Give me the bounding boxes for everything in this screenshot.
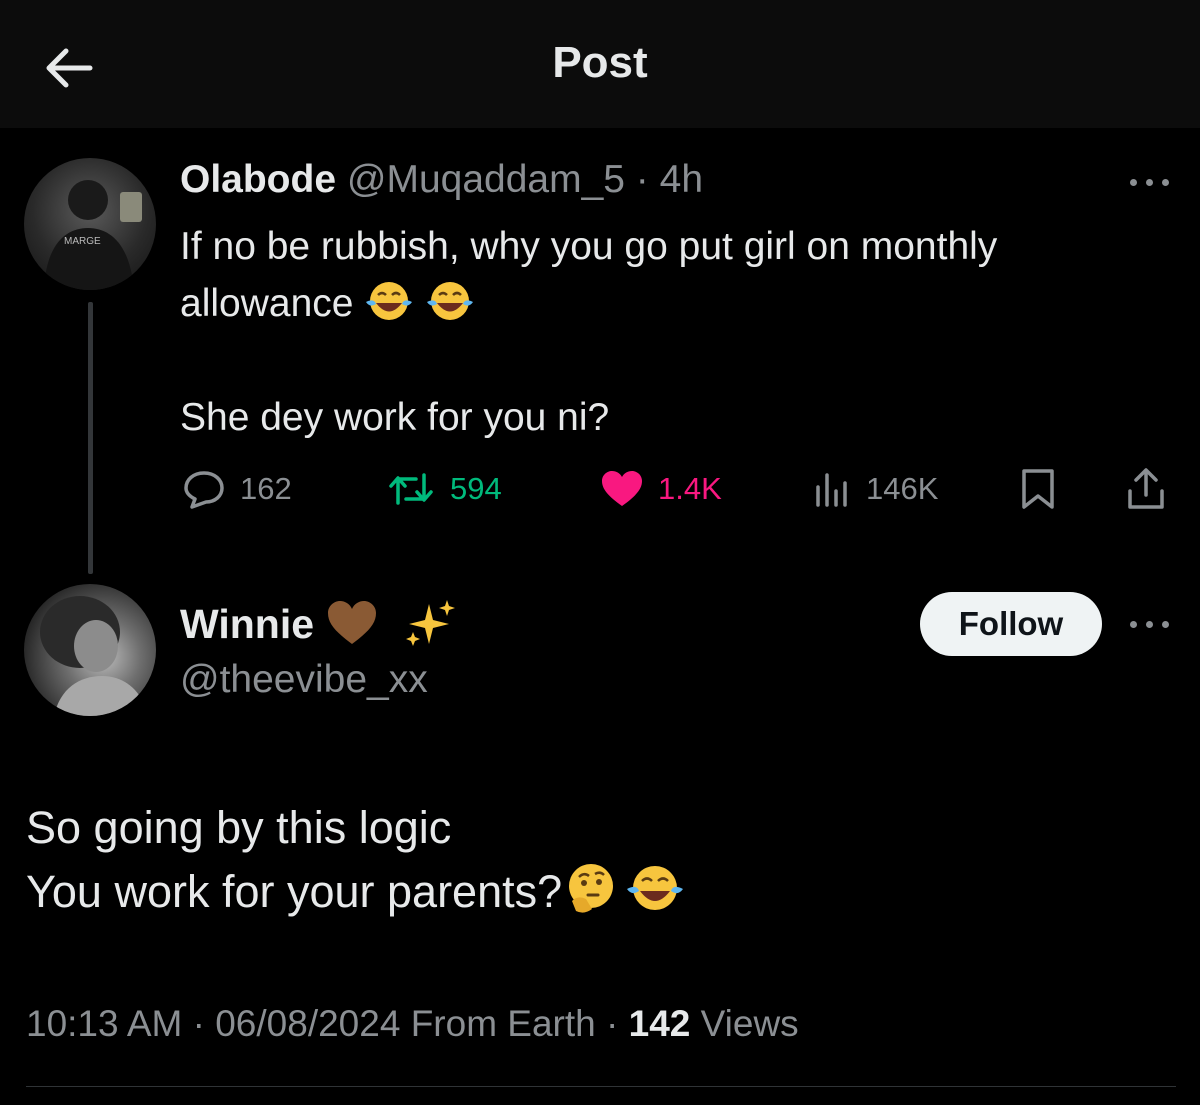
more-options-icon[interactable] [1128,614,1172,634]
views-count[interactable]: 142 [629,1003,691,1044]
parent-post-header: Olabode @Muqaddam_5 · 4h [180,158,703,202]
reply-count: 162 [240,471,292,506]
repost-count: 594 [450,471,502,506]
analytics-bars-icon [816,473,847,507]
divider [26,1086,1176,1087]
avatar[interactable]: MARGE [24,158,156,290]
laughing-tears-emoji-icon [427,282,474,320]
text-line: If no be rubbish, why you go put girl on… [180,225,998,268]
views-button[interactable]: 146K [812,464,938,514]
separator-dot: · [182,1003,216,1044]
more-options-icon[interactable] [1128,172,1172,192]
brown-heart-emoji-icon [328,601,377,644]
avatar[interactable] [24,584,156,716]
page-title: Post [552,38,648,87]
author-handle[interactable]: @theevibe_xx [180,658,428,702]
svg-text:MARGE: MARGE [64,236,101,247]
person-photo-icon: MARGE [44,180,142,290]
text-line: You work for your parents? [26,866,563,917]
follow-button[interactable]: Follow [920,592,1102,656]
post-time[interactable]: 4h [660,158,703,201]
person-photo-icon [40,596,148,716]
views-label: Views [700,1003,799,1044]
separator-dot: · [595,1003,629,1044]
thread-connector-line [88,302,93,574]
author-name[interactable]: Olabode [180,158,336,201]
reply-bubble-icon [184,471,224,509]
reply-button[interactable]: 162 [182,464,292,514]
reply-post-text: So going by this logic You work for your… [26,796,1176,924]
bookmark-icon [1022,469,1054,509]
repost-icon [389,473,433,505]
text-line-with-emoji: You work for your parents? [26,860,1176,924]
laughing-tears-emoji-icon [627,866,684,910]
share-button[interactable] [1124,464,1182,514]
post-timestamp[interactable]: 10:13 AM [26,1003,182,1044]
like-button[interactable]: 1.4K [600,464,722,514]
thinking-face-emoji-icon [569,864,614,913]
parent-post-text: If no be rubbish, why you go put girl on… [180,218,1170,446]
text-line-with-emoji: allowance [180,275,1170,332]
laughing-tears-emoji-icon [366,282,413,320]
author-name[interactable]: Winnie [180,601,314,647]
author-handle[interactable]: @Muqaddam_5 [347,158,625,201]
views-count: 146K [866,471,939,506]
text-line: So going by this logic [26,802,452,853]
post-metadata: 10:13 AM · 06/08/2024 From Earth · 142 V… [26,1003,799,1045]
post-source: From Earth [410,1003,596,1044]
post-actions-bar: 162 594 1.4K 146K [180,464,1170,514]
heart-icon [602,471,642,506]
text-line: She dey work for you ni? [180,396,610,439]
sparkles-emoji-icon [405,600,455,646]
text-line: allowance [180,282,354,325]
repost-button[interactable]: 594 [386,464,502,514]
top-bar: Post [0,0,1200,128]
bookmark-button[interactable] [1018,464,1072,514]
share-upload-icon [1128,468,1164,509]
separator-dot: · [624,158,660,201]
post-date[interactable]: 06/08/2024 [215,1003,400,1044]
like-count: 1.4K [658,471,722,506]
reply-author-name-row: Winnie [180,598,459,648]
